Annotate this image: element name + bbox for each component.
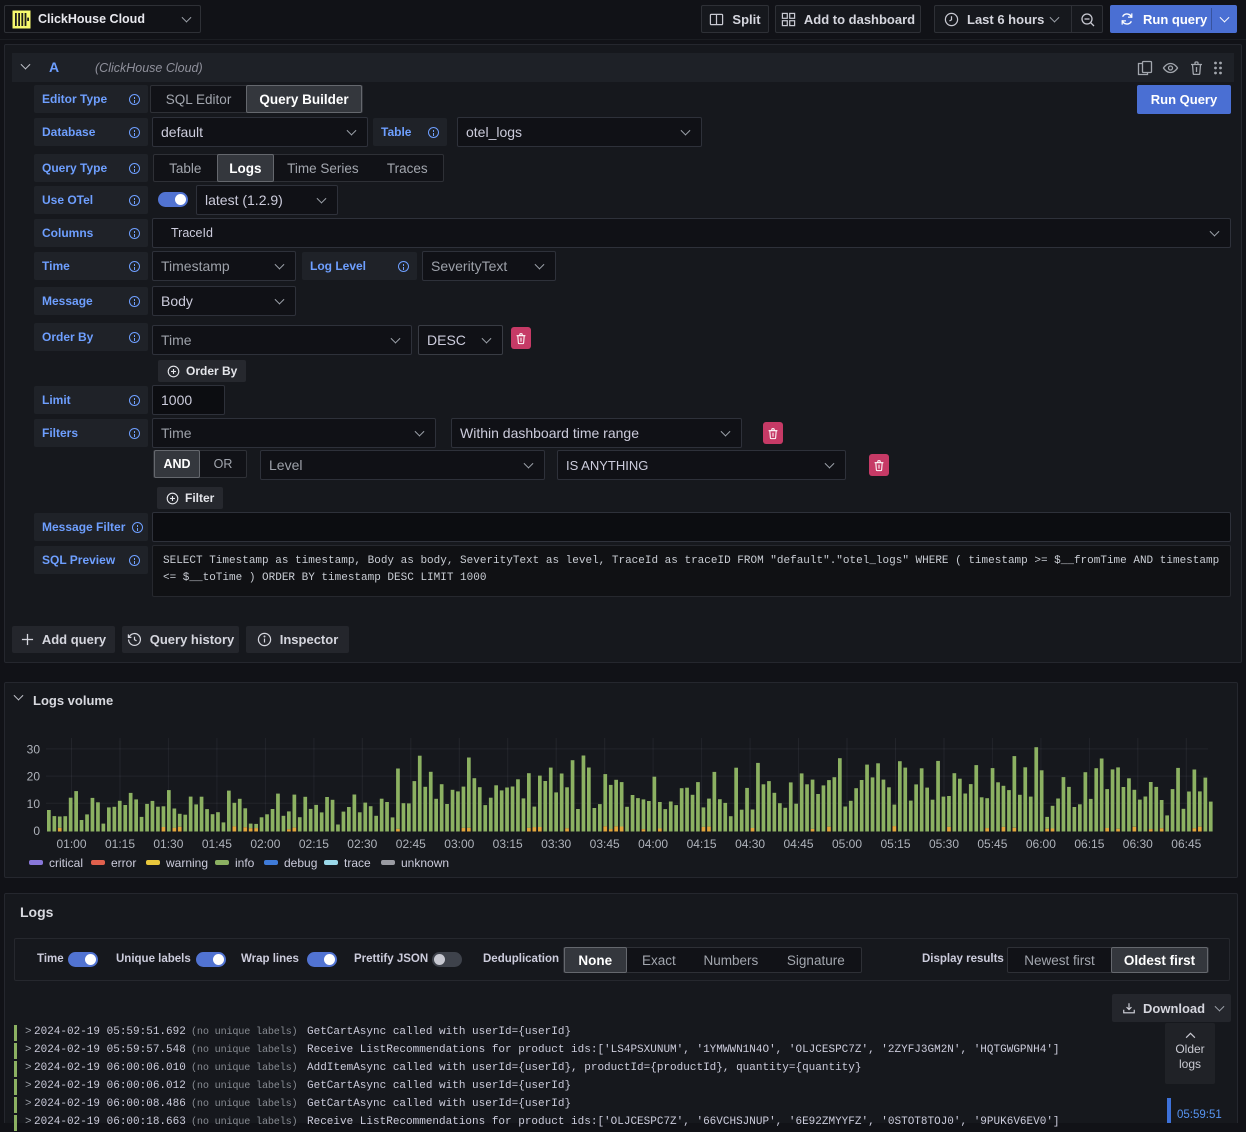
- svg-text:05:30: 05:30: [929, 837, 959, 851]
- svg-text:20: 20: [27, 770, 41, 784]
- svg-text:02:45: 02:45: [396, 837, 426, 851]
- svg-text:03:00: 03:00: [444, 837, 474, 851]
- svg-text:03:45: 03:45: [590, 837, 620, 851]
- svg-text:02:30: 02:30: [347, 837, 377, 851]
- svg-text:01:30: 01:30: [153, 837, 183, 851]
- svg-text:05:00: 05:00: [832, 837, 862, 851]
- svg-text:04:45: 04:45: [783, 837, 813, 851]
- svg-text:06:30: 06:30: [1123, 837, 1153, 851]
- svg-text:06:00: 06:00: [1026, 837, 1056, 851]
- svg-text:04:15: 04:15: [687, 837, 717, 851]
- svg-text:06:45: 06:45: [1171, 837, 1201, 851]
- svg-text:03:30: 03:30: [541, 837, 571, 851]
- svg-text:02:00: 02:00: [250, 837, 280, 851]
- svg-text:0: 0: [33, 824, 40, 838]
- svg-text:05:15: 05:15: [880, 837, 910, 851]
- svg-text:03:15: 03:15: [493, 837, 523, 851]
- svg-text:30: 30: [27, 742, 41, 756]
- svg-text:01:45: 01:45: [202, 837, 232, 851]
- svg-text:06:15: 06:15: [1074, 837, 1104, 851]
- svg-text:01:15: 01:15: [105, 837, 135, 851]
- svg-text:02:15: 02:15: [299, 837, 329, 851]
- svg-text:05:45: 05:45: [977, 837, 1007, 851]
- svg-text:01:00: 01:00: [56, 837, 86, 851]
- svg-text:10: 10: [27, 797, 41, 811]
- svg-text:04:30: 04:30: [735, 837, 765, 851]
- svg-text:04:00: 04:00: [638, 837, 668, 851]
